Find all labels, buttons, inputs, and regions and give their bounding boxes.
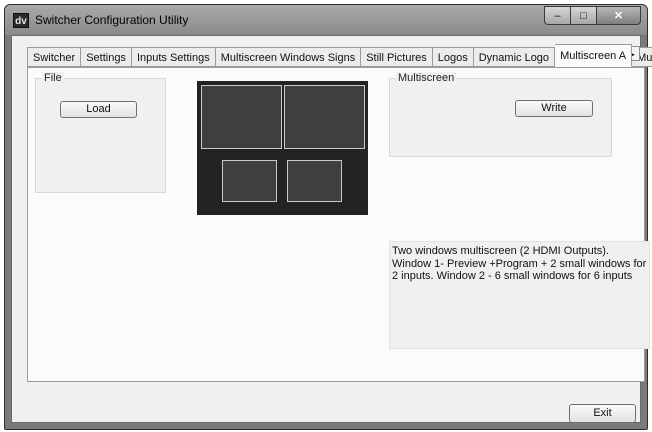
tab-dynamic-logo[interactable]: Dynamic Logo: [473, 47, 556, 67]
program-window: [284, 85, 365, 149]
tab-switcher[interactable]: Switcher: [27, 47, 82, 67]
file-group: File Load: [35, 72, 166, 193]
window-title: Switcher Configuration Utility: [35, 13, 189, 27]
app-logo-icon: dv: [13, 13, 29, 28]
maximize-icon: □: [580, 9, 587, 22]
small-input-window-1: [222, 160, 277, 202]
tab-settings[interactable]: Settings: [81, 47, 132, 67]
minimize-button[interactable]: –: [544, 6, 571, 25]
file-group-label: File: [42, 72, 64, 84]
write-button[interactable]: Write: [515, 100, 593, 117]
close-icon: ✕: [613, 10, 624, 22]
multiscreen-group-label: Multiscreen: [396, 72, 457, 84]
multiscreen-description: Two windows multiscreen (2 HDMI Outputs)…: [389, 241, 650, 349]
tab-still-pictures[interactable]: Still Pictures: [361, 47, 433, 67]
title-bar[interactable]: dv Switcher Configuration Utility – □ ✕: [5, 5, 647, 35]
tab-multiscreen-windows-signs[interactable]: Multiscreen Windows Signs: [215, 47, 362, 67]
tab-inputs-settings[interactable]: Inputs Settings: [131, 47, 216, 67]
minimize-icon: –: [554, 9, 561, 22]
client-area: Switcher Settings Inputs Settings Multis…: [11, 35, 652, 423]
maximize-button[interactable]: □: [571, 6, 597, 25]
multiscreen-a-panel: File Load Multiscreen Write Two windows …: [27, 67, 650, 382]
close-button[interactable]: ✕: [597, 6, 641, 25]
preview-window: [201, 85, 282, 149]
load-button[interactable]: Load: [60, 101, 137, 118]
app-window: dv Switcher Configuration Utility – □ ✕ …: [4, 4, 652, 430]
exit-button[interactable]: Exit: [569, 404, 636, 423]
window-controls: – □ ✕: [544, 6, 641, 25]
multiscreen-group: Multiscreen Write: [389, 72, 612, 157]
small-input-window-2: [287, 160, 342, 202]
tab-strip: Switcher Settings Inputs Settings Multis…: [27, 44, 652, 68]
tab-multiscreen-a[interactable]: Multiscreen A: [555, 44, 633, 67]
tab-logos[interactable]: Logos: [432, 47, 474, 67]
multiscreen-layout-preview: [197, 81, 368, 215]
